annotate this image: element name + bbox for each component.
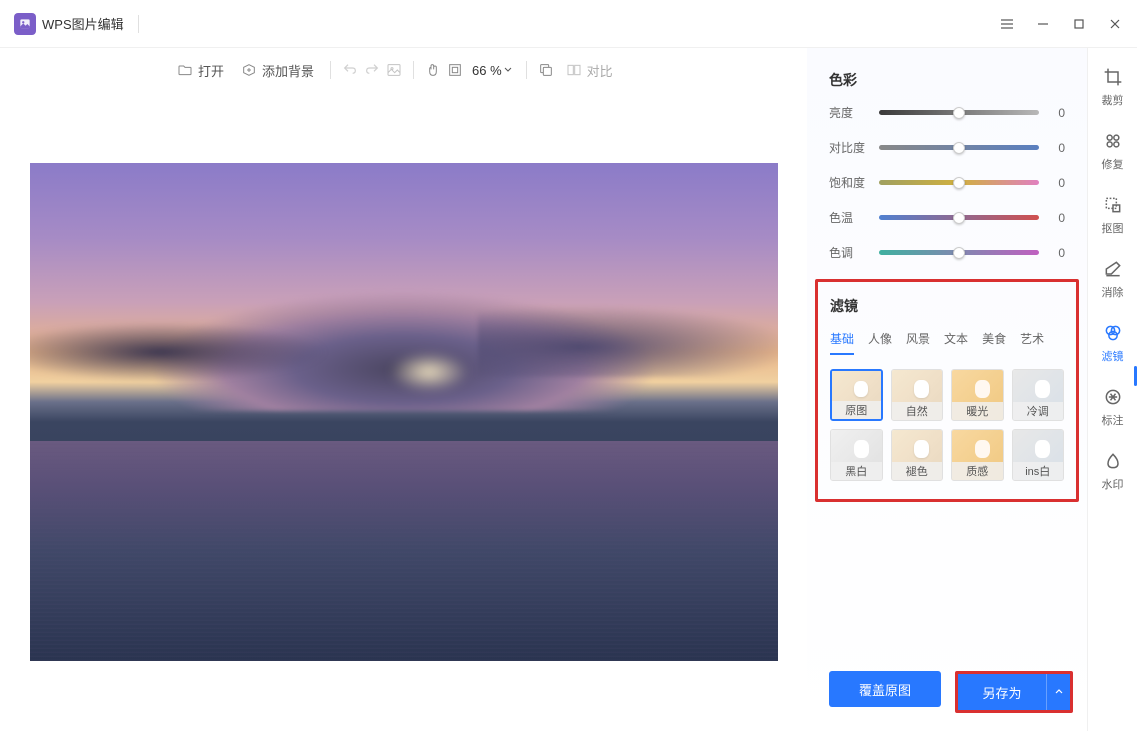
canvas-viewport[interactable] xyxy=(0,92,807,731)
filter-tab-food[interactable]: 美食 xyxy=(982,330,1006,355)
filter-item-inswhite[interactable]: ins白 xyxy=(1012,429,1065,481)
menu-icon[interactable] xyxy=(993,10,1021,38)
minimize-icon[interactable] xyxy=(1029,10,1057,38)
slider-value: 0 xyxy=(1047,176,1065,190)
separator xyxy=(413,61,414,79)
filter-grid: 原图 自然 暖光 冷调 黑白 褪色 质感 ins白 xyxy=(830,369,1064,481)
slider-brightness: 亮度 0 xyxy=(829,104,1065,121)
hand-icon[interactable] xyxy=(424,61,442,79)
folder-icon xyxy=(176,61,194,79)
canvas-area: 打开 添加背景 66 % 对比 xyxy=(0,48,807,731)
filter-item-fade[interactable]: 褪色 xyxy=(891,429,944,481)
slider-contrast: 对比度 0 xyxy=(829,139,1065,156)
slider-thumb[interactable] xyxy=(953,212,965,224)
image-preview xyxy=(30,163,778,661)
undo-icon[interactable] xyxy=(341,61,359,79)
slider-track[interactable] xyxy=(879,180,1039,185)
side-tool-annotate[interactable]: 标注 xyxy=(1102,386,1124,428)
compare-label: 对比 xyxy=(587,61,613,80)
filter-tab-landscape[interactable]: 风景 xyxy=(906,330,930,355)
slider-track[interactable] xyxy=(879,145,1039,150)
slider-label: 对比度 xyxy=(829,139,871,156)
side-tool-cutout[interactable]: 抠图 xyxy=(1102,194,1124,236)
saveas-highlight: 另存为 xyxy=(955,671,1073,713)
separator xyxy=(526,61,527,79)
filter-item-cold[interactable]: 冷调 xyxy=(1012,369,1065,421)
fit-icon[interactable] xyxy=(446,61,464,79)
separator xyxy=(138,15,139,33)
close-icon[interactable] xyxy=(1101,10,1129,38)
filter-item-warm[interactable]: 暖光 xyxy=(951,369,1004,421)
color-section-title: 色彩 xyxy=(829,70,1065,90)
slider-track[interactable] xyxy=(879,215,1039,220)
maximize-icon[interactable] xyxy=(1065,10,1093,38)
slider-thumb[interactable] xyxy=(953,142,965,154)
slider-thumb[interactable] xyxy=(953,107,965,119)
filter-item-texture[interactable]: 质感 xyxy=(951,429,1004,481)
zoom-value[interactable]: 66 % xyxy=(468,63,516,78)
filter-tab-art[interactable]: 艺术 xyxy=(1020,330,1044,355)
slider-label: 色调 xyxy=(829,244,871,261)
redo-icon[interactable] xyxy=(363,61,381,79)
side-tool-erase[interactable]: 消除 xyxy=(1102,258,1124,300)
filter-icon xyxy=(1102,322,1124,344)
addbg-label: 添加背景 xyxy=(262,61,314,80)
open-button[interactable]: 打开 xyxy=(170,57,230,84)
image-icon[interactable] xyxy=(385,61,403,79)
side-tools: 裁剪 修复 抠图 消除 滤镜 标注 水印 xyxy=(1087,48,1137,731)
repair-icon xyxy=(1102,130,1124,152)
slider-label: 亮度 xyxy=(829,104,871,121)
watermark-icon xyxy=(1102,450,1124,472)
filter-tab-portrait[interactable]: 人像 xyxy=(868,330,892,355)
slider-temperature: 色温 0 xyxy=(829,209,1065,226)
filter-tab-basic[interactable]: 基础 xyxy=(830,330,854,355)
compare-icon xyxy=(565,61,583,79)
filter-section-highlight: 滤镜 基础 人像 风景 文本 美食 艺术 原图 自然 暖光 冷调 黑白 褪色 质… xyxy=(815,279,1079,502)
crop-icon xyxy=(1102,66,1124,88)
filter-item-natural[interactable]: 自然 xyxy=(891,369,944,421)
separator xyxy=(330,61,331,79)
filter-item-original[interactable]: 原图 xyxy=(830,369,883,421)
app-logo-icon xyxy=(14,13,36,35)
slider-value: 0 xyxy=(1047,246,1065,260)
addbg-icon xyxy=(240,61,258,79)
erase-icon xyxy=(1102,258,1124,280)
right-panel: 色彩 亮度 0 对比度 0 饱和度 0 色温 0 色调 0 滤镜 xyxy=(807,48,1087,731)
filter-section-title: 滤镜 xyxy=(830,296,1064,316)
chevron-down-icon xyxy=(504,66,512,74)
compare-button[interactable]: 对比 xyxy=(559,57,619,84)
cutout-icon xyxy=(1102,194,1124,216)
overwrite-button[interactable]: 覆盖原图 xyxy=(829,671,941,707)
slider-track[interactable] xyxy=(879,250,1039,255)
slider-saturation: 饱和度 0 xyxy=(829,174,1065,191)
slider-value: 0 xyxy=(1047,106,1065,120)
open-label: 打开 xyxy=(198,61,224,80)
saveas-button[interactable]: 另存为 xyxy=(958,674,1046,710)
copy-icon[interactable] xyxy=(537,61,555,79)
slider-thumb[interactable] xyxy=(953,247,965,259)
side-tool-filter[interactable]: 滤镜 xyxy=(1102,322,1124,364)
filter-tabs: 基础 人像 风景 文本 美食 艺术 xyxy=(830,330,1064,355)
slider-track[interactable] xyxy=(879,110,1039,115)
side-tool-watermark[interactable]: 水印 xyxy=(1102,450,1124,492)
slider-label: 色温 xyxy=(829,209,871,226)
bottom-bar: 覆盖原图 另存为 xyxy=(829,671,1073,713)
filter-tab-text[interactable]: 文本 xyxy=(944,330,968,355)
saveas-dropdown-icon[interactable] xyxy=(1046,674,1070,710)
annotate-icon xyxy=(1102,386,1124,408)
addbg-button[interactable]: 添加背景 xyxy=(234,57,320,84)
toolbar: 打开 添加背景 66 % 对比 xyxy=(0,48,807,92)
slider-thumb[interactable] xyxy=(953,177,965,189)
slider-value: 0 xyxy=(1047,141,1065,155)
side-tool-repair[interactable]: 修复 xyxy=(1102,130,1124,172)
slider-label: 饱和度 xyxy=(829,174,871,191)
slider-tint: 色调 0 xyxy=(829,244,1065,261)
slider-value: 0 xyxy=(1047,211,1065,225)
app-title: WPS图片编辑 xyxy=(42,14,124,33)
side-tool-crop[interactable]: 裁剪 xyxy=(1102,66,1124,108)
titlebar: WPS图片编辑 xyxy=(0,0,1137,48)
filter-item-bw[interactable]: 黑白 xyxy=(830,429,883,481)
